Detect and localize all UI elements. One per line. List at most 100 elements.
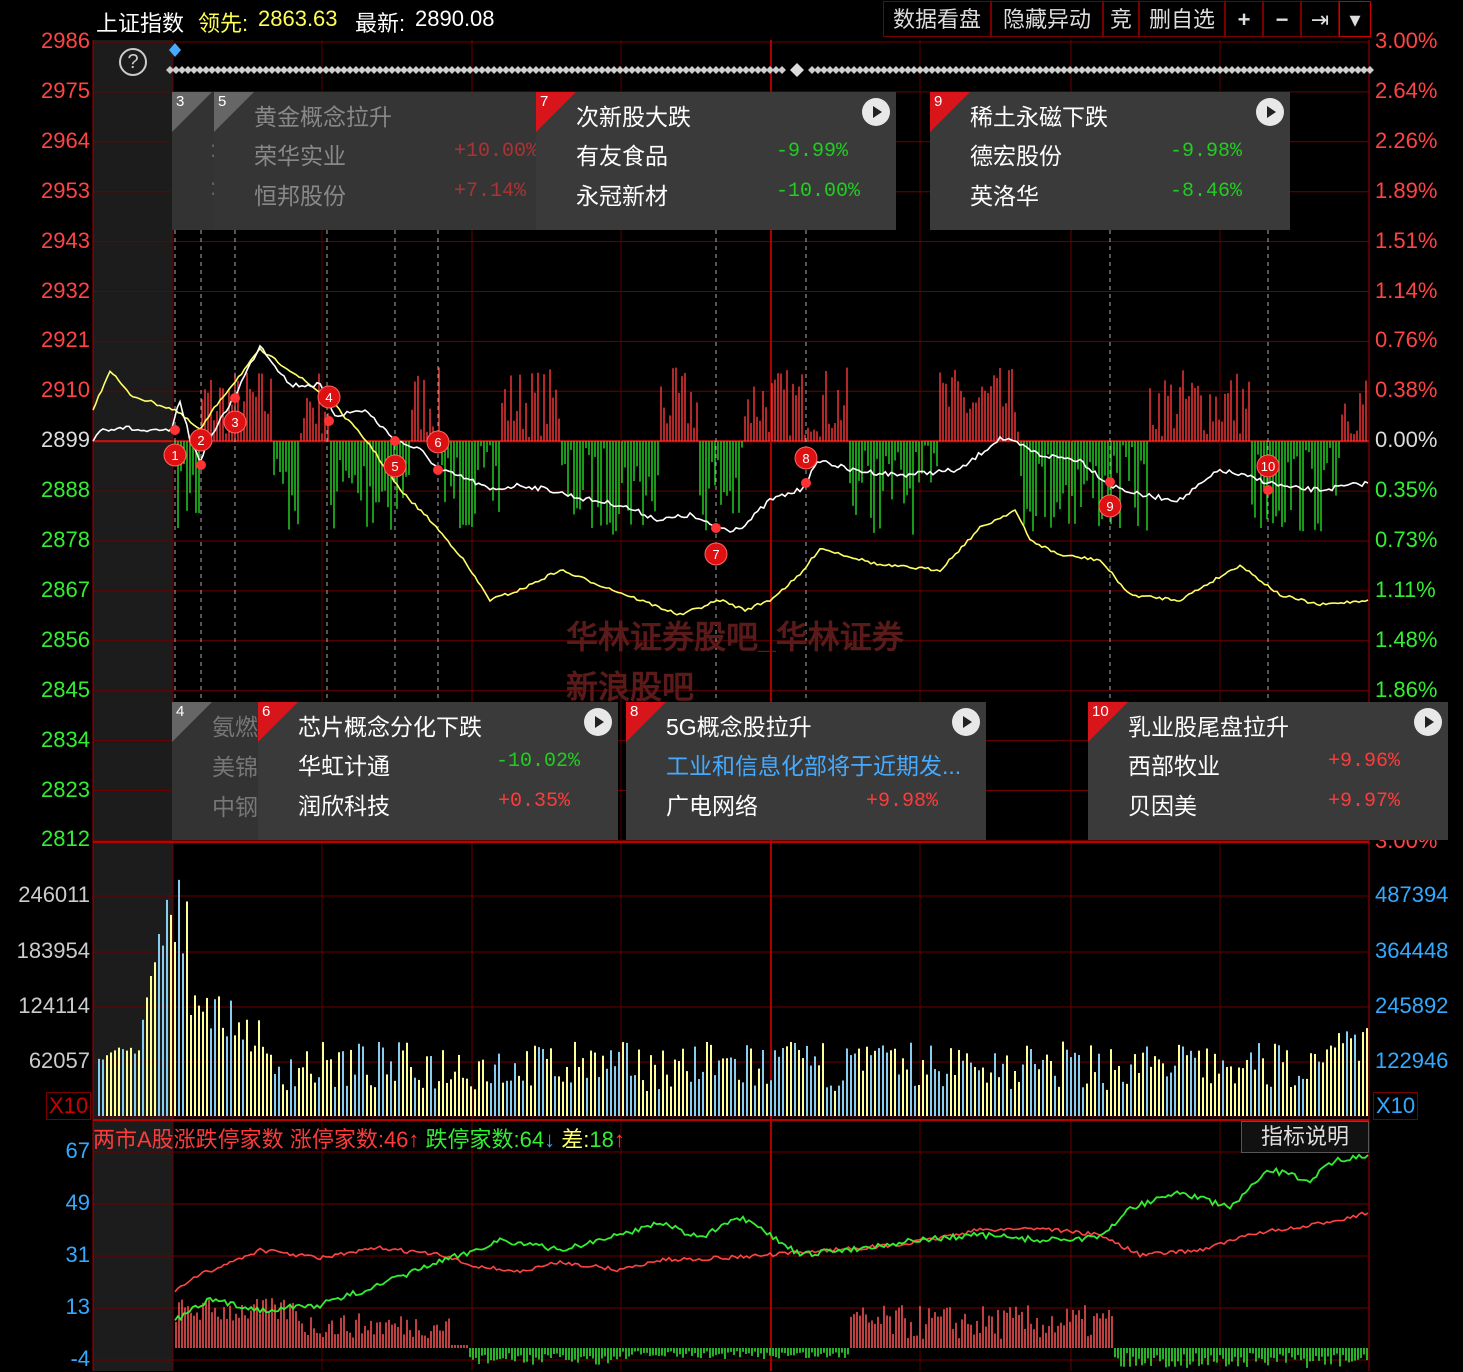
percent-tick-label: 1.48% [1375,626,1438,652]
event-marker-label: 2 [197,433,204,448]
expand-arrow-icon[interactable] [1256,98,1284,126]
stock-change: +10.00% [454,140,538,163]
event-marker-label: 9 [1106,499,1113,514]
volume-tick-label: 62057 [28,1048,90,1073]
price-tick-label: 2899 [41,427,90,453]
volume-tick-label: 183954 [16,938,90,963]
price-tick-label: 2964 [41,127,90,153]
up-arrow-icon: ↑ [613,1127,625,1152]
event-card-4[interactable]: 4 氨燃 美锦 中钢 [172,702,262,840]
event-card-5[interactable]: 5 黄金概念拉升 荣华实业 +10.00% 恒邦股份 +7.14% [214,92,538,230]
event-card-3[interactable]: 3 : : [172,92,218,230]
stock-change: -9.99% [776,140,849,163]
price-tick-label: 2823 [41,776,90,802]
watermark-text: 华林证券股吧_华林证券新浪股吧 [566,619,904,705]
event-card-8[interactable]: 8 5G概念股拉升 工业和信息化部将于近期发... 广电网络 +9.98% [626,702,986,840]
timeline-tick [1366,66,1374,74]
price-tick-label: 2943 [41,227,90,253]
expand-arrow-icon[interactable] [1414,708,1442,736]
pre-open-band [93,40,173,1371]
expand-arrow-icon[interactable] [952,708,980,736]
stock-name: 氨燃 [212,714,258,740]
breadth-tick-label: 67 [65,1138,90,1163]
price-tick-label: 2834 [41,726,90,752]
event-marker-label: 7 [712,547,719,562]
event-dot [170,425,180,435]
breadth-tick-label: 31 [65,1242,90,1267]
stock-name[interactable]: 广电网络 [666,787,758,821]
stock-change: +9.97% [1328,790,1401,813]
event-title: 5G概念股拉升 [666,714,812,740]
price-tick-label: 2888 [41,477,90,503]
diff-value: 18 [589,1127,614,1152]
price-tick-label: 2878 [41,527,90,552]
up-arrow-icon: ↑ [408,1127,420,1152]
volume-bars [98,879,1368,1116]
stock-name[interactable]: 恒邦股份 [254,177,346,211]
indicator-explain-button[interactable]: 指标说明 [1241,1121,1369,1153]
amount-tick-label: 364448 [1375,938,1449,963]
event-dot [1105,477,1115,487]
percent-tick-label: 1.51% [1375,227,1438,253]
down-arrow-icon: ↓ [544,1127,556,1152]
stock-name[interactable]: 华虹计通 [298,747,390,781]
breadth-header: 两市A股涨跌停家数 涨停家数:46↑ 跌停家数:64↓ 差:18↑ [93,1122,625,1154]
percent-tick-label: 3.00% [1375,28,1438,53]
event-card-7[interactable]: 7 次新股大跌 有友食品 -9.99% 永冠新材 -10.00% [536,92,896,230]
event-marker-label: 8 [802,451,809,466]
percent-tick-label: 1.86% [1375,676,1438,702]
event-card-10[interactable]: 10 乳业股尾盘拉升 西部牧业 +9.96% 贝因美 +9.97% [1088,702,1448,840]
percent-tick-label: 2.26% [1375,127,1438,153]
stock-name[interactable]: 英洛华 [970,177,1039,211]
price-tick-label: 2975 [41,77,90,103]
volume-multiplier-left: X10 [46,1092,92,1120]
stock-name[interactable]: 永冠新材 [576,177,668,211]
timeline-tick [778,66,786,74]
event-marker-label: 4 [325,390,332,405]
event-card-9[interactable]: 9 稀土永磁下跌 德宏股份 -9.98% 英洛华 -8.46% [930,92,1290,230]
expand-arrow-icon[interactable] [584,708,612,736]
stock-change: -10.02% [496,750,581,773]
event-dot [390,436,400,446]
stock-name[interactable]: 德宏股份 [970,137,1062,171]
stock-name[interactable]: 润欣科技 [298,787,390,821]
stock-name[interactable]: 贝因美 [1128,787,1197,821]
event-dot [433,465,443,475]
percent-tick-label: 2.64% [1375,77,1438,103]
stock-name[interactable]: 有友食品 [576,137,668,171]
stock-name[interactable]: 西部牧业 [1128,747,1220,781]
price-tick-label: 2910 [41,377,90,403]
stock-change: +9.98% [866,790,939,813]
stock-change: +9.96% [1328,750,1401,773]
expand-arrow-icon[interactable] [862,98,890,126]
event-card-6[interactable]: 6 芯片概念分化下跌 华虹计通 -10.02% 润欣科技 +0.35% [258,702,618,840]
news-link[interactable]: 工业和信息化部将于近期发... [666,747,961,781]
breadth-title: 两市A股涨跌停家数 [93,1127,284,1152]
breadth-tick-label: 49 [65,1190,90,1215]
event-title: 芯片概念分化下跌 [298,714,482,740]
limit-up-value: 46 [383,1127,409,1152]
event-title: 稀土永磁下跌 [970,104,1108,130]
limit-up-label: 涨停家数: [289,1127,384,1152]
limit-down-value: 64 [519,1127,545,1152]
stock-name[interactable]: 荣华实业 [254,137,346,171]
amount-tick-label: 487394 [1375,882,1449,907]
stock-change: +0.35% [498,790,571,813]
event-marker-label: 1 [171,448,178,463]
event-marker-label: 3 [231,415,238,430]
event-title: 黄金概念拉升 [254,104,392,130]
question-icon[interactable]: ? [119,48,147,76]
event-dot [1263,485,1273,495]
diff-label: 差: [561,1127,590,1152]
event-marker-label: 6 [434,435,441,450]
stock-change: -8.46% [1170,180,1243,203]
stock-change: -9.98% [1170,140,1243,163]
event-dot [230,393,240,403]
event-dot [711,523,721,533]
price-tick-label: 2953 [41,177,90,203]
volume-tick-label: 124114 [18,993,90,1018]
percent-tick-label: 0.76% [1375,327,1438,353]
stock-change: -10.00% [776,180,861,203]
volume-tick-label: 246011 [18,882,90,907]
percent-tick-label: 0.35% [1375,477,1438,503]
